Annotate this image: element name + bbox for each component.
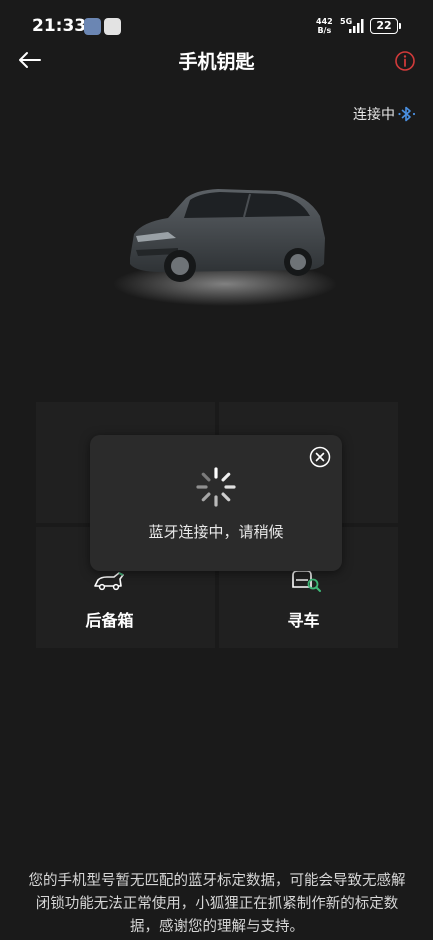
connection-status-text: 连接中 xyxy=(353,107,395,123)
toast-message: 蓝牙连接中，请稍候 xyxy=(148,523,284,541)
signal-strength-icon xyxy=(349,19,364,33)
status-bar: 21:33 442 B/s 5G 22 xyxy=(0,0,433,48)
info-icon[interactable] xyxy=(394,50,416,72)
app-notification-icon xyxy=(104,18,121,35)
network-speed-unit: B/s xyxy=(317,26,332,35)
trunk-label: 后备箱 xyxy=(85,611,134,630)
app-notification-icon xyxy=(84,18,101,35)
battery-level: 22 xyxy=(376,19,392,32)
battery-tip xyxy=(399,23,401,29)
bluetooth-icon xyxy=(398,106,416,122)
connection-status: 连接中 xyxy=(353,104,417,124)
network-speed-value: 442 xyxy=(316,17,333,26)
find-car-icon xyxy=(292,570,321,592)
loading-spinner-icon xyxy=(196,467,236,507)
battery-icon: 22 xyxy=(370,18,398,34)
close-circle-icon[interactable] xyxy=(309,446,331,468)
trunk-icon xyxy=(94,572,124,591)
compatibility-notice: 您的手机型号暂无匹配的蓝牙标定数据，可能会导致无感解闭锁功能无法正常使用，小狐狸… xyxy=(28,873,406,935)
find-car-label: 寻车 xyxy=(287,611,320,630)
car-image xyxy=(113,189,337,306)
status-time: 21:33 xyxy=(32,16,87,36)
network-speed: 442 B/s xyxy=(316,17,333,35)
connecting-toast: 蓝牙连接中，请稍候 xyxy=(90,435,342,571)
page-title: 手机钥匙 xyxy=(178,51,255,73)
